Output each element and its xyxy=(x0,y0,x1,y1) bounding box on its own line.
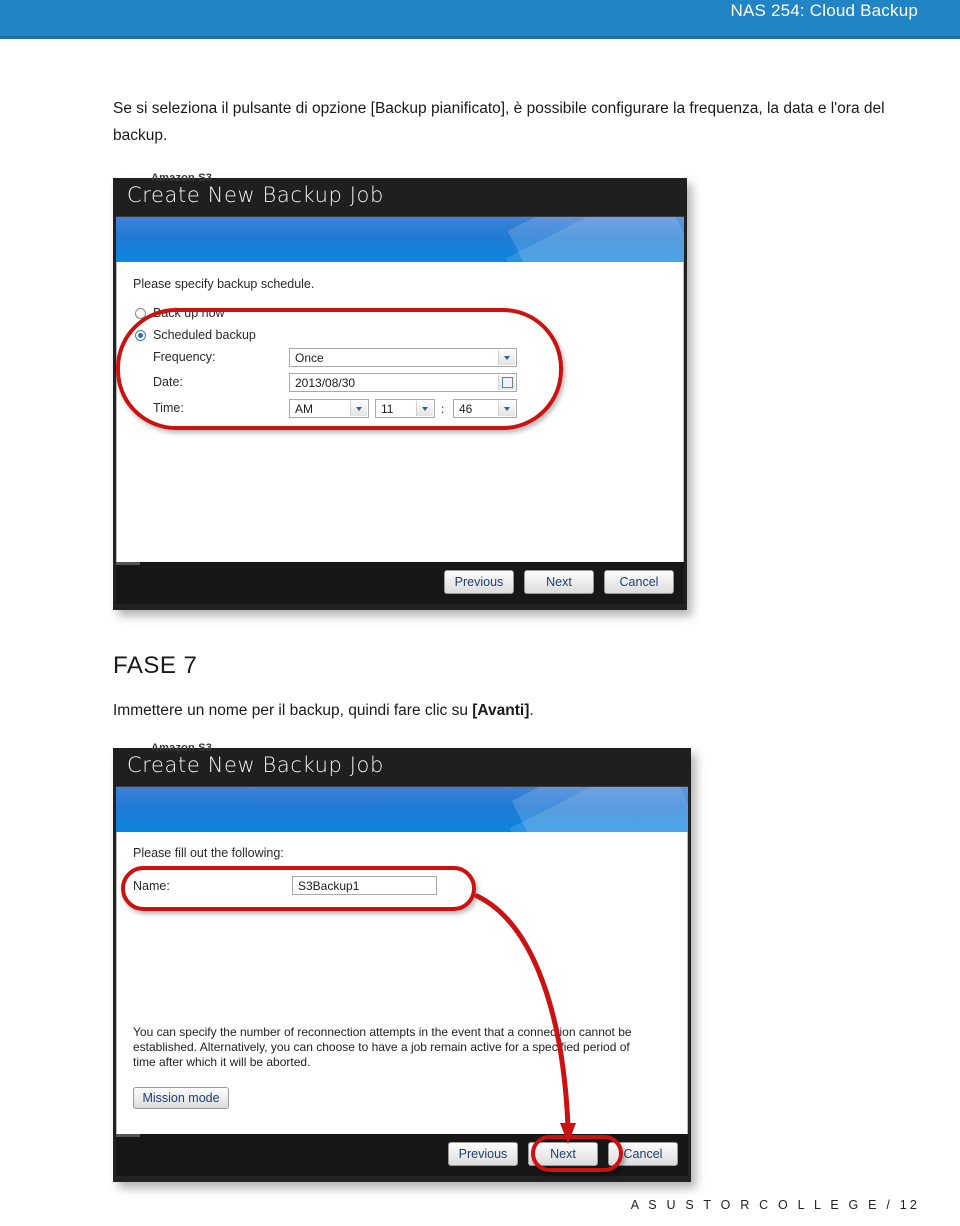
step-description-after: . xyxy=(529,702,534,719)
step-heading: FASE 7 xyxy=(113,652,198,679)
annotation-oval-scheduled-backup xyxy=(116,308,563,430)
page-header: NAS 254: Cloud Backup xyxy=(0,0,960,39)
intro-paragraph: Se si seleziona il pulsante di opzione [… xyxy=(113,100,885,144)
step-description-before: Immettere un nome per il backup, quindi … xyxy=(113,702,473,719)
dialog-title: Create New Backup Job xyxy=(127,183,384,207)
schedule-instruction: Please specify backup schedule. xyxy=(133,277,315,291)
next-button[interactable]: Next xyxy=(524,570,594,594)
annotation-arrow xyxy=(474,893,576,1144)
footer-gutter xyxy=(116,562,140,565)
step-description-bold: [Avanti] xyxy=(472,702,530,719)
figure-schedule-dialog: Amazon S3 Create New Backup Job Please s… xyxy=(113,172,687,610)
previous-button[interactable]: Previous xyxy=(444,570,514,594)
dialog-banner xyxy=(116,216,684,263)
dialog-footer: Previous Next Cancel xyxy=(116,562,684,604)
dialog-titlebar: Amazon S3 Create New Backup Job xyxy=(113,172,687,216)
figure-name-dialog: Amazon S3 Create New Backup Job Please f… xyxy=(113,742,691,1182)
page-footer: A S U S T O R C O L L E G E / 12 xyxy=(630,1198,920,1212)
page-title: NAS 254: Cloud Backup xyxy=(730,1,918,20)
cancel-button[interactable]: Cancel xyxy=(604,570,674,594)
step-description: Immettere un nome per il backup, quindi … xyxy=(113,697,923,724)
dialog-footer-buttons: Previous Next Cancel xyxy=(444,570,674,594)
